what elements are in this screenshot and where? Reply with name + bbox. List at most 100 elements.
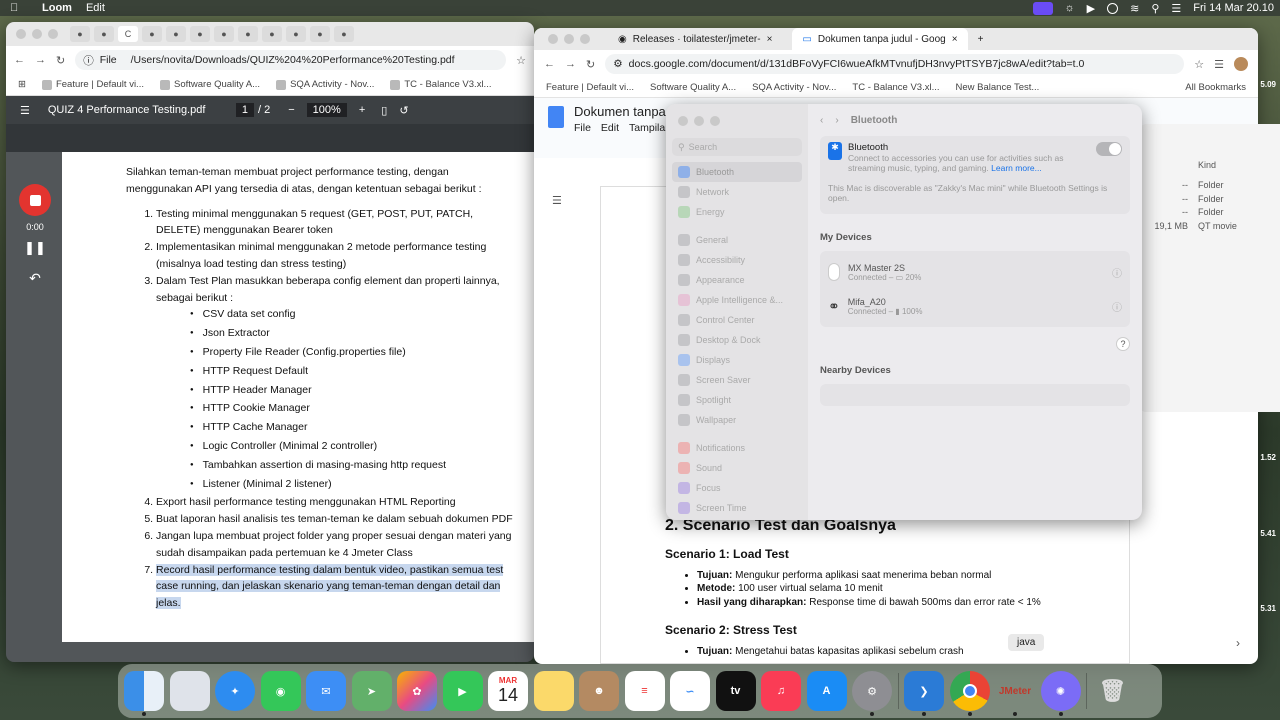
sidebar-item-general[interactable]: General [666, 230, 808, 250]
tab-active[interactable]: C [118, 26, 138, 42]
tab[interactable]: ● [262, 26, 282, 42]
help-button[interactable]: ? [820, 337, 1130, 351]
brightness-icon[interactable]: ☼ [1065, 2, 1075, 14]
bookmark[interactable]: TC - Balance V3.xl... [390, 79, 491, 90]
sidebar-item-spotlight[interactable]: Spotlight [666, 390, 808, 410]
zoom-out-icon[interactable]: − [288, 104, 294, 116]
launchpad-icon[interactable] [169, 671, 210, 711]
maps-icon[interactable]: ➤ [351, 671, 392, 711]
bluetooth-toggle[interactable] [1096, 142, 1122, 156]
finder-kind-header[interactable]: Kind [1198, 160, 1216, 170]
close-icon[interactable]: × [767, 34, 773, 45]
chevron-right-icon[interactable]: › [1236, 636, 1240, 650]
zoom-in-icon[interactable]: + [359, 104, 365, 116]
profile-avatar[interactable] [1234, 57, 1248, 71]
reload-icon[interactable]: ↻ [586, 58, 595, 71]
window-controls[interactable] [548, 34, 590, 44]
apps-icon[interactable]: ⊞ [18, 79, 26, 90]
sidebar-item-screen-time[interactable]: Screen Time [666, 498, 808, 518]
table-row[interactable]: -- Folder [1140, 207, 1280, 221]
messages-icon[interactable]: ◉ [260, 671, 301, 711]
bookmark[interactable]: Feature | Default vi... [41, 79, 144, 90]
sidebar-item-appearance[interactable]: Appearance [666, 270, 808, 290]
table-row[interactable]: -- Folder [1140, 180, 1280, 194]
facetime-icon[interactable]: ▶ [442, 671, 483, 711]
pause-icon[interactable]: ❚❚ [18, 240, 52, 256]
notes-icon[interactable] [533, 671, 574, 711]
table-row[interactable]: 19,1 MB QT movie [1140, 221, 1280, 235]
table-row[interactable]: -- Folder [1140, 194, 1280, 208]
info-icon[interactable]: ⓘ [1112, 299, 1122, 314]
docs-logo-icon[interactable] [548, 106, 564, 128]
sidebar-item-energy[interactable]: Energy [666, 202, 808, 222]
fit-page-icon[interactable]: ▯ [381, 104, 387, 117]
system-settings-icon[interactable]: ⚙ [852, 671, 892, 716]
back-icon[interactable]: ← [544, 58, 555, 70]
control-center-icon[interactable]: ☰ [1171, 2, 1181, 15]
sidebar-item-screen-saver[interactable]: Screen Saver [666, 370, 808, 390]
sidebar-item-displays[interactable]: Displays [666, 350, 808, 370]
music-icon[interactable]: ♫ [761, 671, 801, 711]
tab[interactable]: ● [286, 26, 306, 42]
sidebar-item-focus[interactable]: Focus [666, 478, 808, 498]
new-tab-icon[interactable]: + [978, 34, 984, 45]
sidebar-item-control-center[interactable]: Control Center [666, 310, 808, 330]
calendar-icon[interactable]: MAR 14 [488, 671, 528, 711]
back-icon[interactable]: ‹ [820, 115, 823, 126]
reload-icon[interactable]: ↻ [56, 54, 65, 67]
menu-edit[interactable]: Edit [86, 2, 105, 14]
bookmark[interactable]: SQA Activity - Nov... [276, 79, 374, 90]
extensions-icon[interactable]: ☰ [1214, 58, 1224, 71]
tab-docs[interactable]: ▭ Dokumen tanpa judul - Goog × [792, 28, 968, 50]
doc-title[interactable]: Dokumen tanpa j [574, 104, 672, 119]
sidebar-item-wallpaper[interactable]: Wallpaper [666, 410, 808, 430]
sidebar-item-notifications[interactable]: Notifications [666, 438, 808, 458]
star-icon[interactable]: ☆ [516, 54, 526, 67]
clock[interactable]: Fri 14 Mar 20.10 [1193, 2, 1274, 14]
highlighted-text[interactable]: Record hasil performance testing dalam b… [156, 563, 504, 610]
device-row[interactable]: ⚭ Mifa_A20 Connected – ▮ 100% ⓘ [828, 289, 1122, 323]
safari-icon[interactable]: ✦ [215, 671, 255, 711]
info-icon[interactable]: ⓘ [1112, 265, 1122, 280]
play-icon[interactable]: ▶ [1087, 2, 1095, 15]
device-row[interactable]: MX Master 2S Connected – ▭ 20% ⓘ [828, 255, 1122, 289]
forward-icon[interactable]: → [565, 58, 576, 70]
photos-icon[interactable]: ✿ [397, 671, 437, 711]
tab-releases[interactable]: ◉ Releases · toilatester/jmeter- × [608, 28, 782, 50]
window-controls[interactable] [666, 104, 808, 136]
all-bookmarks[interactable]: All Bookmarks [1185, 82, 1246, 93]
tab[interactable]: ● [142, 26, 162, 42]
freeform-icon[interactable]: ∽ [670, 671, 710, 711]
bookmark[interactable]: Software Quality A... [650, 82, 736, 93]
bookmark[interactable]: New Balance Test... [956, 82, 1040, 93]
reminders-icon[interactable]: ≡ [624, 671, 665, 711]
stop-recording-button[interactable] [19, 184, 51, 216]
restart-icon[interactable]: ↶ [18, 270, 52, 287]
page-number-input[interactable]: 1 [235, 103, 254, 117]
search-icon[interactable]: ⚲ [1151, 2, 1159, 15]
tab[interactable]: ● [238, 26, 258, 42]
sidebar-item-desktop-dock[interactable]: Desktop & Dock [666, 330, 808, 350]
bookmark[interactable]: Software Quality A... [159, 79, 260, 90]
apple-tv-icon[interactable]: tv [715, 671, 756, 711]
bookmark[interactable]: SQA Activity - Nov... [752, 82, 836, 93]
search-field[interactable]: ⚲ Search [672, 138, 802, 156]
tab[interactable]: ● [70, 26, 90, 42]
apple-icon[interactable]:  [10, 2, 26, 14]
sidebar-item-apple-intelligence[interactable]: Apple Intelligence &... [666, 290, 808, 310]
forward-icon[interactable]: → [35, 54, 46, 66]
bookmark[interactable]: TC - Balance V3.xl... [852, 82, 939, 93]
jmeter-icon[interactable]: JMeter [995, 671, 1035, 716]
menu-app-name[interactable]: Loom [42, 2, 72, 14]
sidebar-item-bluetooth[interactable]: Bluetooth [672, 162, 802, 182]
bookmark[interactable]: Feature | Default vi... [546, 82, 634, 93]
app-store-icon[interactable]: A [806, 671, 847, 711]
url-field[interactable]: ⓘ File /Users/novita/Downloads/QUIZ%204%… [75, 50, 507, 70]
window-controls[interactable] [16, 29, 58, 39]
contacts-icon[interactable]: ☻ [579, 671, 619, 711]
tab[interactable]: ● [190, 26, 210, 42]
zoom-level[interactable]: 100% [306, 103, 347, 117]
mail-icon[interactable]: ✉ [306, 671, 346, 711]
tab[interactable]: ● [166, 26, 186, 42]
loom-status-icon[interactable] [1032, 1, 1053, 15]
